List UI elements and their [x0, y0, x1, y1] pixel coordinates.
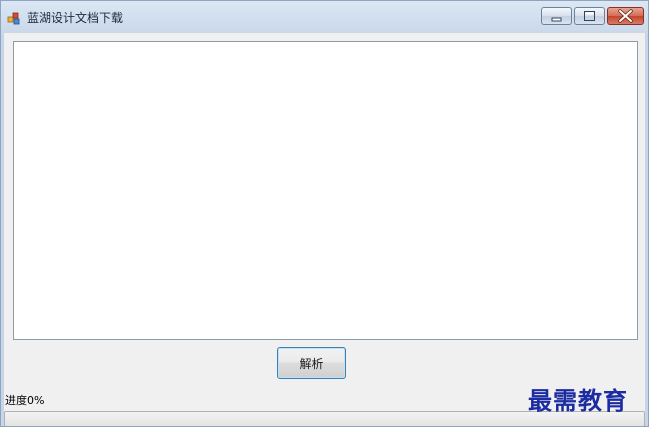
- document-text-area[interactable]: [13, 41, 638, 340]
- close-icon: [618, 9, 633, 23]
- close-button[interactable]: [607, 7, 644, 25]
- minimize-icon: [551, 17, 562, 22]
- application-window: 蓝湖设计文档下载 解析 进度0% 最需教育: [0, 0, 649, 427]
- watermark: 最需教育: [528, 386, 628, 415]
- client-area: 解析 进度0%: [4, 33, 645, 426]
- maximize-icon: [584, 11, 595, 21]
- title-bar[interactable]: 蓝湖设计文档下载: [1, 1, 648, 33]
- progress-label: 进度0%: [5, 394, 45, 407]
- parse-button[interactable]: 解析: [277, 347, 346, 379]
- window-title: 蓝湖设计文档下载: [27, 11, 124, 25]
- minimize-button[interactable]: [541, 7, 572, 25]
- app-icon: [7, 10, 21, 25]
- maximize-button[interactable]: [574, 7, 605, 25]
